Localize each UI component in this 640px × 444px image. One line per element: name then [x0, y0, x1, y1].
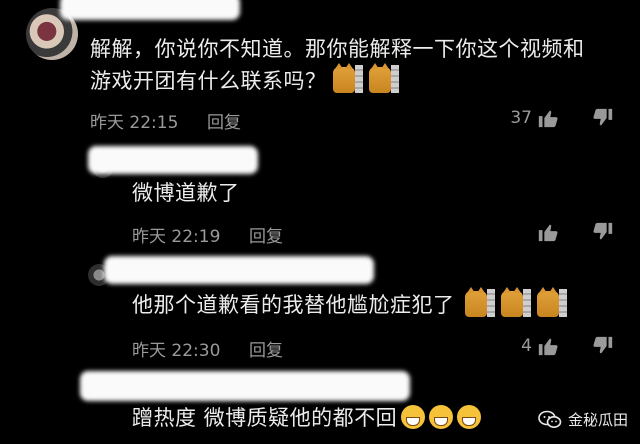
username-redacted [104, 256, 374, 284]
cat-emoji [332, 63, 363, 93]
reply-button[interactable]: 回复 [249, 336, 283, 361]
comment-text-row: 蹭热度 微博质疑他的都不回 [132, 403, 482, 433]
timestamp: 昨天 22:19 [132, 227, 221, 247]
thumbs-up-icon[interactable] [537, 221, 559, 243]
comment-text: 解解，你说你不知道。那你能解释一下你这个视频和 [90, 34, 585, 64]
thumbs-down-icon[interactable] [592, 107, 614, 129]
watermark-text: 金秘瓜田 [567, 411, 628, 429]
username-redacted [60, 0, 240, 20]
grinning-sweat-emoji [401, 405, 426, 429]
comment-text: 他那个道歉看的我替他尴尬症犯了 [132, 293, 455, 317]
username-redacted [88, 146, 258, 174]
comment-3: 他那个道歉看的我替他尴尬症犯了 昨天 22:30 回复 4 [0, 250, 640, 365]
comment-text-line1: 解解，你说你不知道。那你能解释一下你这个视频和 [90, 37, 585, 61]
comment-text-line2: 游戏开团有什么联系吗？ [90, 69, 327, 93]
username-redacted [80, 371, 410, 401]
wechat-icon [538, 410, 562, 428]
comment-text-line2-row: 游戏开团有什么联系吗？ [90, 63, 399, 96]
thumbs-up-icon[interactable] [537, 335, 559, 357]
thumbs-up-icon[interactable] [537, 107, 559, 129]
comment-text-row: 他那个道歉看的我替他尴尬症犯了 [132, 287, 567, 320]
like-count: 37 [510, 108, 532, 128]
cat-emoji [368, 63, 399, 93]
thumbs-down-icon[interactable] [592, 335, 614, 357]
grinning-sweat-emoji [429, 405, 454, 429]
comment-text: 蹭热度 微博质疑他的都不回 [132, 406, 398, 430]
reply-button[interactable]: 回复 [207, 108, 241, 133]
cat-emoji [536, 287, 567, 317]
comment-text: 微博道歉了 [132, 181, 240, 205]
comment-2: 微博道歉了 昨天 22:19 回复 [0, 140, 640, 250]
reply-button[interactable]: 回复 [249, 222, 283, 247]
cat-emoji [500, 287, 531, 317]
timestamp: 昨天 22:30 [132, 341, 221, 361]
like-count: 4 [521, 336, 532, 356]
comment-4: 蹭热度 微博质疑他的都不回 [0, 365, 640, 444]
watermark: 金秘瓜田 [538, 409, 628, 430]
timestamp: 昨天 22:15 [90, 113, 179, 133]
thumbs-down-icon[interactable] [592, 221, 614, 243]
grinning-sweat-emoji [457, 405, 482, 429]
cat-emoji [464, 287, 495, 317]
comment-1: 解解，你说你不知道。那你能解释一下你这个视频和 游戏开团有什么联系吗？ 昨天 2… [0, 0, 640, 140]
